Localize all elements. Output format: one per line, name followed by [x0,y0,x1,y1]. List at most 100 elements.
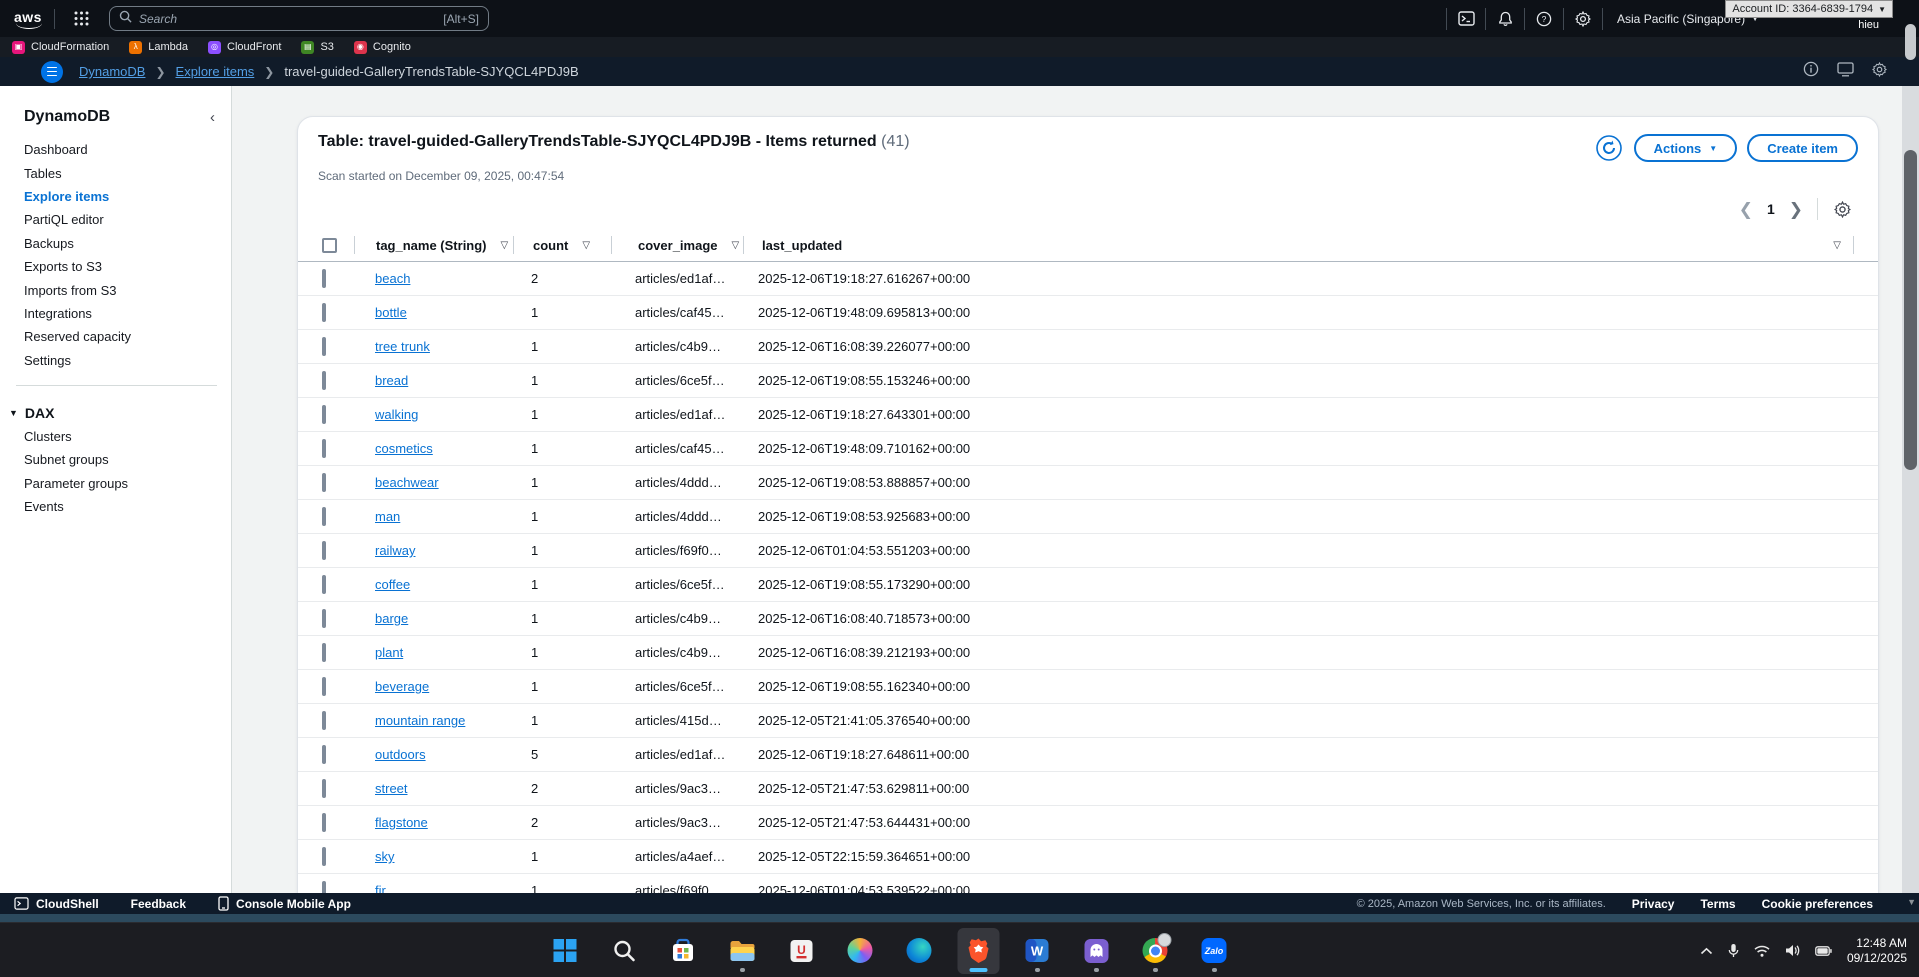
preferences-gear-icon[interactable] [1832,199,1852,219]
page-number[interactable]: 1 [1767,201,1775,217]
row-checkbox[interactable] [322,609,326,628]
item-link-tree-trunk[interactable]: tree trunk [375,339,430,354]
account-id-tooltip[interactable]: Account ID: 3364-6839-1794 ▼ [1725,0,1893,18]
prev-page-icon[interactable]: ❮ [1739,201,1753,218]
sidebar-item-exports-to-s3[interactable]: Exports to S3 [0,255,231,278]
cloudshell-icon[interactable] [1451,11,1481,26]
username-label[interactable]: hieu [1858,19,1879,31]
sidebar-section-dax[interactable]: ▼ DAX [0,405,231,421]
item-link-barge[interactable]: barge [375,611,408,626]
item-link-plant[interactable]: plant [375,645,403,660]
sidebar-item-clusters[interactable]: Clusters [0,425,231,448]
item-link-flagstone[interactable]: flagstone [375,815,428,830]
item-link-street[interactable]: street [375,781,408,796]
taskbar-app-ghost-app[interactable] [1075,928,1117,974]
aws-logo[interactable]: aws [14,9,42,29]
scrollbar-thumb[interactable] [1904,150,1917,470]
wifi-icon[interactable] [1754,945,1770,957]
create-item-button[interactable]: Create item [1747,134,1858,162]
sidebar-item-imports-from-s3[interactable]: Imports from S3 [0,278,231,301]
bookmark-cloudformation[interactable]: ▣CloudFormation [12,41,109,54]
bookmark-s3[interactable]: ▤S3 [301,41,333,54]
next-page-icon[interactable]: ❯ [1789,201,1803,218]
sidebar-item-partiql-editor[interactable]: PartiQL editor [0,208,231,231]
sidebar-item-explore-items[interactable]: Explore items [0,185,231,208]
taskbar-app-edge[interactable] [898,928,940,974]
taskbar-app-store[interactable] [662,928,704,974]
item-link-sky[interactable]: sky [375,849,395,864]
row-checkbox[interactable] [322,337,326,356]
item-link-outdoors[interactable]: outdoors [375,747,426,762]
item-link-cosmetics[interactable]: cosmetics [375,441,433,456]
side-nav-toggle-button[interactable] [41,61,63,83]
item-link-man[interactable]: man [375,509,400,524]
notifications-bell-icon[interactable] [1490,11,1520,27]
item-link-fir[interactable]: fir [375,883,386,893]
taskbar-app-brave[interactable] [957,928,999,974]
feedback-button[interactable]: Feedback [131,897,186,911]
sidebar-collapse-icon[interactable]: ‹ [210,109,215,126]
row-checkbox[interactable] [322,541,326,560]
filter-funnel-icon[interactable]: ▽ [582,240,590,251]
microphone-icon[interactable] [1728,943,1739,958]
filter-funnel-icon[interactable]: ▽ [501,240,509,251]
row-checkbox[interactable] [322,881,326,893]
info-icon[interactable] [1803,61,1819,82]
item-link-walking[interactable]: walking [375,407,418,422]
battery-icon[interactable] [1815,946,1832,956]
taskbar-app-word[interactable]: W [1016,928,1058,974]
taskbar-app-copilot[interactable] [839,928,881,974]
sidebar-item-events[interactable]: Events [0,495,231,518]
item-link-beverage[interactable]: beverage [375,679,429,694]
sidebar-item-settings[interactable]: Settings [0,349,231,372]
breadcrumb-link-explore-items[interactable]: Explore items [176,64,255,79]
breadcrumb-link-dynamodb[interactable]: DynamoDB [79,64,145,79]
sidebar-item-subnet-groups[interactable]: Subnet groups [0,448,231,471]
select-all-checkbox[interactable] [322,238,337,253]
cloudshell-footer-button[interactable]: CloudShell [14,897,99,911]
footer-link-privacy[interactable]: Privacy [1632,897,1675,911]
sidebar-item-dashboard[interactable]: Dashboard [0,138,231,161]
gear-icon[interactable] [1872,62,1887,82]
item-link-beach[interactable]: beach [375,271,410,286]
volume-icon[interactable] [1785,944,1800,957]
filter-funnel-icon[interactable]: ▽ [732,240,740,251]
row-checkbox[interactable] [322,779,326,798]
scrollbar-track[interactable] [1902,86,1919,893]
item-link-beachwear[interactable]: beachwear [375,475,439,490]
footer-link-cookie-preferences[interactable]: Cookie preferences [1762,897,1873,911]
row-checkbox[interactable] [322,575,326,594]
item-link-coffee[interactable]: coffee [375,577,410,592]
item-link-bottle[interactable]: bottle [375,305,407,320]
services-grid-icon[interactable] [67,11,97,26]
item-link-railway[interactable]: railway [375,543,415,558]
scrollbar-down-arrow[interactable]: ▼ [1907,897,1916,907]
footer-link-terms[interactable]: Terms [1700,897,1735,911]
row-checkbox[interactable] [322,847,326,866]
row-checkbox[interactable] [322,405,326,424]
taskbar-clock[interactable]: 12:48 AM 09/12/2025 [1847,936,1907,966]
display-panel-icon[interactable] [1837,62,1854,82]
search-input[interactable]: Search [Alt+S] [109,6,489,31]
row-checkbox[interactable] [322,813,326,832]
row-checkbox[interactable] [322,507,326,526]
taskbar-app-start[interactable] [544,928,586,974]
help-icon[interactable]: ? [1529,11,1559,27]
bookmark-lambda[interactable]: λLambda [129,41,188,54]
console-mobile-app-button[interactable]: Console Mobile App [218,896,351,911]
row-checkbox[interactable] [322,711,326,730]
taskbar-app-file-explorer[interactable] [721,928,763,974]
sidebar-item-integrations[interactable]: Integrations [0,302,231,325]
bookmark-cognito[interactable]: ◉Cognito [354,41,411,54]
sidebar-item-backups[interactable]: Backups [0,232,231,255]
item-link-mountain-range[interactable]: mountain range [375,713,465,728]
sidebar-item-parameter-groups[interactable]: Parameter groups [0,472,231,495]
filter-funnel-icon[interactable]: ▽ [1833,240,1841,251]
row-checkbox[interactable] [322,745,326,764]
sidebar-item-tables[interactable]: Tables [0,161,231,184]
settings-gear-icon[interactable] [1568,11,1598,27]
row-checkbox[interactable] [322,439,326,458]
scrollbar-top-thumb[interactable] [1905,24,1916,60]
row-checkbox[interactable] [322,473,326,492]
row-checkbox[interactable] [322,269,326,288]
